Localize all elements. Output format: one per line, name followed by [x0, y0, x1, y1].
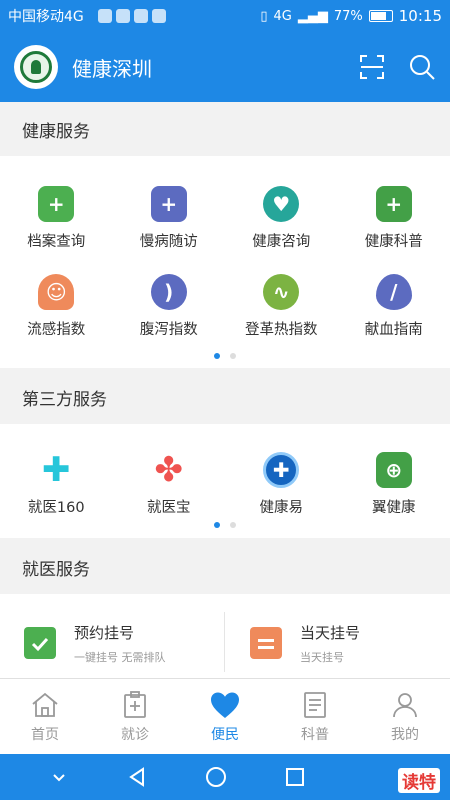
card-divider: [224, 612, 225, 672]
health-services-row-1: + 档案查询 + 慢病随访 ♥ 健康咨询 + 健康科普: [0, 186, 450, 251]
clipboard-plus-icon: [124, 690, 146, 718]
service-health-consult[interactable]: ♥ 健康咨询: [225, 186, 338, 251]
card-subtitle: 一键挂号 无需排队: [74, 650, 166, 664]
pager-dot[interactable]: [230, 522, 236, 528]
tab-science[interactable]: 科普: [270, 679, 360, 754]
same-day-registration-card[interactable]: 当天挂号 当天挂号: [250, 612, 360, 674]
service-diarrhea-index[interactable]: ) 腹泻指数: [113, 274, 226, 339]
battery-icon: [368, 10, 393, 22]
app-logo: [14, 45, 58, 89]
service-record-query[interactable]: + 档案查询: [0, 186, 113, 251]
battery-label: 77%: [333, 8, 363, 24]
home-icon: [32, 692, 58, 717]
clock: 10:15: [398, 7, 442, 25]
vibrate-icon: ▯: [260, 8, 268, 24]
service-blood-donation[interactable]: / 献血指南: [338, 274, 450, 339]
watermark-logo: 读特: [398, 768, 440, 793]
calendar-check-icon: [24, 627, 56, 659]
cross-logo-icon: ✚: [38, 450, 75, 490]
service-health-education[interactable]: + 健康科普: [338, 186, 450, 251]
recents-icon[interactable]: [283, 765, 307, 789]
carrier-label: 中国移动4G: [8, 9, 84, 25]
tab-convenience[interactable]: 便民: [180, 679, 270, 754]
third-party-row: ✚ 就医160 ✤ 就医宝 ✚ 健康易 ⊕ 翼健康: [0, 450, 450, 517]
record-icon: +: [38, 186, 75, 222]
network-label: 4G: [273, 8, 292, 24]
tab-mine[interactable]: 我的: [360, 679, 450, 754]
flower-cross-icon: ✤: [150, 450, 187, 490]
app-bar: 健康深圳: [0, 32, 450, 102]
tab-visit[interactable]: 就诊: [90, 679, 180, 754]
notification-icons: [97, 9, 166, 23]
health-services-pager: [0, 353, 450, 359]
third-party-jiuyibao[interactable]: ✤ 就医宝: [113, 450, 226, 517]
back-icon[interactable]: [125, 765, 149, 789]
document-plus-icon: +: [375, 186, 412, 222]
person-icon: [393, 692, 417, 717]
home-circle-icon[interactable]: [204, 765, 228, 789]
medical-bag-icon: +: [150, 186, 187, 222]
blood-drop-icon: /: [375, 274, 412, 310]
signal-icon: ▂▄▆: [297, 8, 328, 24]
service-dengue-index[interactable]: ∿ 登革热指数: [225, 274, 338, 339]
service-flu-index[interactable]: ☺ 流感指数: [0, 274, 113, 339]
card-title: 当天挂号: [300, 623, 361, 642]
pager-dot-active[interactable]: [214, 353, 220, 359]
green-cross-icon: ⊕: [375, 452, 412, 488]
tab-home[interactable]: 首页: [0, 679, 90, 754]
flu-icon: ☺: [38, 274, 75, 310]
appointment-registration-card[interactable]: 预约挂号 一键挂号 无需排队: [24, 612, 166, 674]
third-party-yijiankang[interactable]: ⊕ 翼健康: [338, 452, 450, 517]
card-subtitle: 当天挂号: [300, 650, 344, 664]
stomach-icon: ): [150, 274, 187, 310]
health-services-row-2: ☺ 流感指数 ) 腹泻指数 ∿ 登革热指数 / 献血指南: [0, 274, 450, 339]
search-icon[interactable]: [408, 53, 436, 81]
card-title: 预约挂号: [74, 623, 135, 642]
article-icon: [304, 691, 326, 718]
pager-dot-active[interactable]: [214, 522, 220, 528]
pager-dot[interactable]: [230, 353, 236, 359]
heart-chat-icon: ♥: [263, 186, 300, 222]
third-party-pager: [0, 522, 450, 528]
third-party-heading: 第三方服务: [0, 370, 450, 424]
pulse-icon: ∿: [263, 274, 300, 310]
health-services-heading: 健康服务: [0, 102, 450, 156]
round-badge-icon: ✚: [263, 452, 300, 488]
app-title: 健康深圳: [72, 56, 152, 81]
status-bar: 中国移动4G ▯ 4G ▂▄▆ 77% 10:15: [0, 0, 450, 32]
system-nav-bar: [0, 754, 450, 800]
third-party-jiuyi160[interactable]: ✚ 就医160: [0, 450, 113, 517]
calendar-today-icon: [250, 627, 282, 659]
heart-icon: [211, 692, 239, 718]
service-chronic-followup[interactable]: + 慢病随访: [113, 186, 226, 251]
chevron-down-icon[interactable]: [48, 766, 70, 788]
medical-services-heading: 就医服务: [0, 540, 450, 594]
bottom-tab-bar: 首页 就诊 便民 科普 我的: [0, 678, 450, 754]
third-party-jiankangyi[interactable]: ✚ 健康易: [225, 452, 338, 517]
scan-icon[interactable]: [358, 53, 386, 81]
